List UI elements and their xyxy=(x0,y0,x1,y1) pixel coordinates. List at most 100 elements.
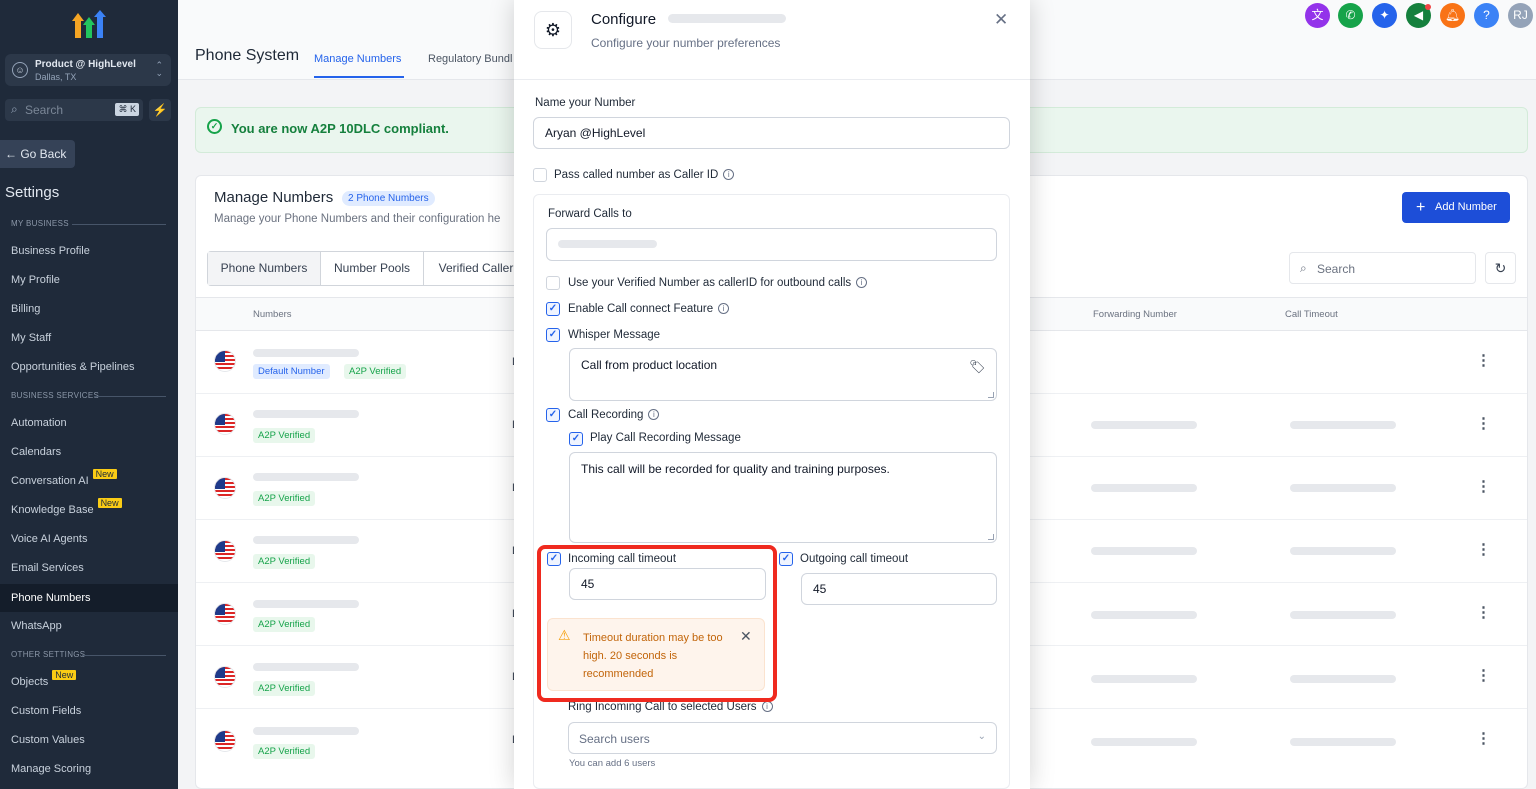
name-number-label: Name your Number xyxy=(535,97,636,109)
a2p-verified-badge: A2P Verified xyxy=(253,428,316,443)
sidebar-search[interactable]: ⌕ Search ⌘ K xyxy=(5,99,143,121)
whisper-message-label: Whisper Message xyxy=(568,329,661,341)
location-name: Product @ HighLevel xyxy=(35,59,136,70)
translate-icon[interactable]: 文 xyxy=(1305,3,1330,28)
chevron-updown-icon: ⌃ ⌄ xyxy=(155,60,163,78)
resize-handle[interactable] xyxy=(988,392,994,398)
info-icon[interactable]: i xyxy=(648,409,660,420)
table-search-input[interactable]: ⌕ Search xyxy=(1289,252,1476,284)
tab-regulatory-bundle[interactable]: Regulatory Bundl xyxy=(428,53,512,65)
us-flag-icon xyxy=(214,413,236,435)
bell-icon[interactable]: 🔔︎ xyxy=(1440,3,1465,28)
ring-users-text: Ring Incoming Call to selected Users xyxy=(568,701,757,713)
sidebar-item-my-profile[interactable]: My Profile xyxy=(11,274,60,286)
manage-numbers-title: Manage Numbers xyxy=(214,189,334,206)
more-options-icon[interactable]: ⋮ xyxy=(1476,477,1491,495)
search-icon: ⌕ xyxy=(11,102,18,116)
sidebar-item-label: Knowledge Base xyxy=(11,504,94,516)
sidebar-item-label: Objects xyxy=(11,676,49,688)
add-number-button[interactable]: + Add Number xyxy=(1402,192,1510,223)
default-number-badge: Default Number xyxy=(253,364,330,379)
tab-manage-numbers[interactable]: Manage Numbers xyxy=(314,53,401,65)
chevron-down-icon: ⌄ xyxy=(977,731,986,742)
enable-call-connect-checkbox[interactable]: ✓ xyxy=(546,302,560,316)
sidebar-item-manage-scoring[interactable]: Manage Scoring xyxy=(11,763,91,775)
add-number-label: Add Number xyxy=(1435,201,1497,213)
enable-call-connect-label: Enable Call connect Feature i xyxy=(568,303,730,315)
name-number-input[interactable]: Aryan @HighLevel xyxy=(533,117,1010,149)
more-options-icon[interactable]: ⋮ xyxy=(1476,603,1491,621)
sidebar-item-calendars[interactable]: Calendars xyxy=(11,446,61,458)
sidebar-item-business-profile[interactable]: Business Profile xyxy=(11,245,90,257)
phone-icon[interactable]: ✆ xyxy=(1338,3,1363,28)
sidebar-item-conversation-ai[interactable]: Conversation AINew xyxy=(11,469,117,487)
sidebar-item-my-staff[interactable]: My Staff xyxy=(11,332,51,344)
sidebar-item-phone-numbers[interactable]: Phone Numbers xyxy=(0,584,178,612)
highlight-annotation-box xyxy=(537,545,777,702)
magic-wand-icon[interactable]: ✦ xyxy=(1372,3,1397,28)
whisper-message-textarea[interactable]: Call from product location xyxy=(569,348,997,401)
whisper-message-checkbox[interactable]: ✓ xyxy=(546,328,560,342)
more-options-icon[interactable]: ⋮ xyxy=(1476,351,1491,369)
sidebar-item-voice-ai[interactable]: Voice AI Agents xyxy=(11,533,87,545)
phone-count-badge: 2 Phone Numbers xyxy=(342,191,435,206)
more-options-icon[interactable]: ⋮ xyxy=(1476,666,1491,684)
sidebar: ☺ Product @ HighLevel Dallas, TX ⌃ ⌄ ⌕ Se… xyxy=(0,0,178,789)
us-flag-icon xyxy=(214,730,236,752)
recording-message-textarea[interactable]: This call will be recorded for quality a… xyxy=(569,452,997,543)
pass-caller-id-checkbox[interactable] xyxy=(533,168,547,182)
sidebar-item-objects[interactable]: ObjectsNew xyxy=(11,670,77,688)
modal-subtitle: Configure your number preferences xyxy=(591,36,781,50)
sidebar-item-knowledge-base[interactable]: Knowledge BaseNew xyxy=(11,498,122,516)
resize-handle[interactable] xyxy=(988,534,994,540)
go-back-button[interactable]: ← Go Back xyxy=(0,140,75,168)
info-icon[interactable]: i xyxy=(856,277,868,288)
new-badge: New xyxy=(97,498,122,508)
col-numbers: Numbers xyxy=(253,309,292,320)
outgoing-timeout-checkbox[interactable]: ✓ xyxy=(779,552,793,566)
sidebar-item-billing[interactable]: Billing xyxy=(11,303,40,315)
refresh-icon[interactable]: ↻ xyxy=(1485,252,1516,284)
tab-phone-numbers[interactable]: Phone Numbers xyxy=(208,252,321,285)
a2p-verified-badge: A2P Verified xyxy=(253,491,316,506)
new-badge: New xyxy=(92,469,117,479)
location-switcher[interactable]: ☺ Product @ HighLevel Dallas, TX ⌃ ⌄ xyxy=(5,54,171,86)
redacted-timeout xyxy=(1290,738,1396,746)
info-icon[interactable]: i xyxy=(761,701,773,712)
col-forwarding-number: Forwarding Number xyxy=(1093,309,1177,320)
user-avatar[interactable]: RJ xyxy=(1508,3,1533,28)
col-call-timeout: Call Timeout xyxy=(1285,309,1338,320)
forward-calls-input[interactable] xyxy=(546,228,997,261)
close-icon[interactable]: ✕ xyxy=(994,10,1008,30)
search-users-select[interactable]: Search users ⌄ xyxy=(568,722,997,754)
info-icon[interactable]: i xyxy=(718,303,730,314)
sidebar-item-automation[interactable]: Automation xyxy=(11,417,67,429)
info-icon[interactable]: i xyxy=(723,169,735,180)
a2p-verified-badge: A2P Verified xyxy=(253,617,316,632)
play-recording-message-checkbox[interactable]: ✓ xyxy=(569,432,583,446)
tab-number-pools[interactable]: Number Pools xyxy=(321,252,424,285)
quick-action-bolt-icon[interactable]: ⚡ xyxy=(149,99,171,121)
more-options-icon[interactable]: ⋮ xyxy=(1476,729,1491,747)
section-other-settings: OTHER SETTINGS xyxy=(11,650,86,659)
help-icon[interactable]: ? xyxy=(1474,3,1499,28)
use-verified-checkbox[interactable] xyxy=(546,276,560,290)
settings-title: Settings xyxy=(5,184,60,201)
more-options-icon[interactable]: ⋮ xyxy=(1476,540,1491,558)
sidebar-item-opportunities[interactable]: Opportunities & Pipelines xyxy=(11,361,135,373)
sidebar-item-email-services[interactable]: Email Services xyxy=(11,562,84,574)
check-circle-icon: ✓ xyxy=(207,119,222,134)
tab-verified-caller[interactable]: Verified Caller xyxy=(424,252,528,285)
sidebar-item-custom-fields[interactable]: Custom Fields xyxy=(11,705,81,717)
sidebar-item-whatsapp[interactable]: WhatsApp xyxy=(11,620,62,632)
redacted-number xyxy=(253,663,359,671)
more-options-icon[interactable]: ⋮ xyxy=(1476,414,1491,432)
redacted-timeout xyxy=(1290,421,1396,429)
tag-icon[interactable]: 🏷︎ xyxy=(969,359,986,375)
call-recording-checkbox[interactable]: ✓ xyxy=(546,408,560,422)
gear-icon: ⚙ xyxy=(534,11,572,49)
app-logo[interactable] xyxy=(72,10,106,40)
outgoing-timeout-input[interactable]: 45 xyxy=(801,573,997,605)
sidebar-item-label: Conversation AI xyxy=(11,475,89,487)
sidebar-item-custom-values[interactable]: Custom Values xyxy=(11,734,85,746)
